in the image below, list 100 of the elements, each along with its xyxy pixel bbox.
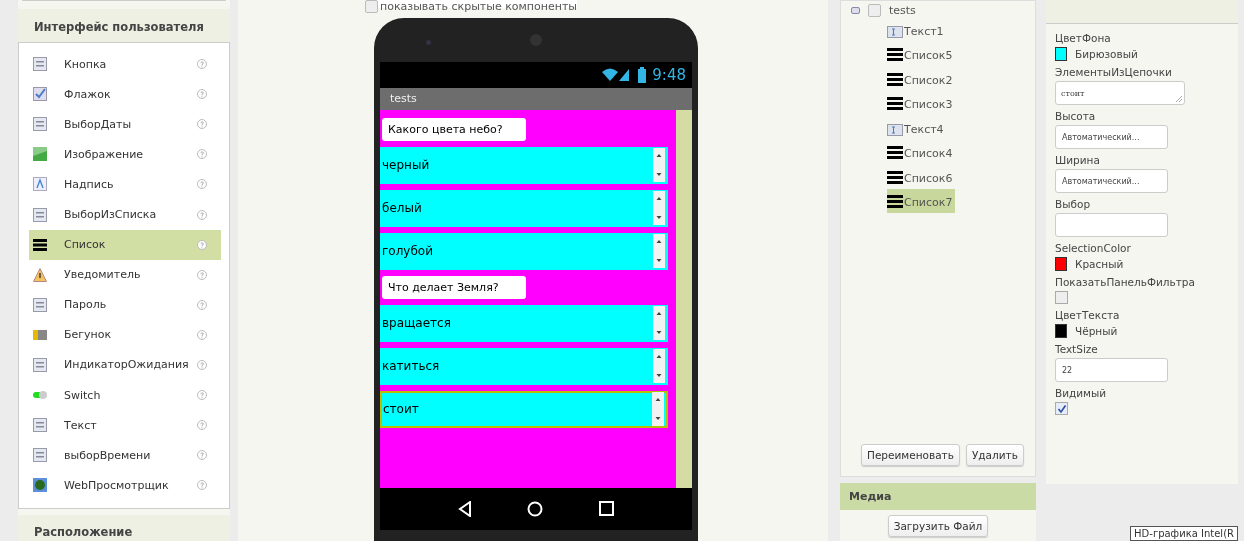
tree-item[interactable]: Список7 <box>887 188 956 213</box>
input-field[interactable]: Автоматический... <box>1055 125 1168 149</box>
help-icon[interactable] <box>197 360 207 370</box>
help-icon[interactable] <box>197 420 207 431</box>
palette-item[interactable]: Кнопка <box>29 49 221 80</box>
palette-item[interactable]: Switch <box>29 380 221 411</box>
palette-item[interactable]: Уведомитель <box>29 259 221 290</box>
property-label: SelectionColor <box>1055 242 1132 254</box>
scroll-arrows-icon[interactable] <box>653 148 665 183</box>
list-view[interactable]: катиться <box>380 347 668 385</box>
help-icon[interactable] <box>197 329 207 340</box>
palette-item[interactable]: Пароль <box>29 289 221 320</box>
app-title: tests <box>390 92 417 106</box>
color-value[interactable]: Чёрный <box>1075 325 1118 337</box>
list-view[interactable]: стоит <box>380 390 668 428</box>
list-view[interactable]: белый <box>380 189 668 227</box>
datepicker-component-icon <box>33 117 47 132</box>
color-value[interactable]: Красный <box>1075 258 1124 270</box>
palette-item[interactable]: ВыборДаты <box>29 109 221 140</box>
checkbox[interactable] <box>1055 291 1068 304</box>
property-label: Выбор <box>1055 198 1092 210</box>
listpicker-component-icon <box>33 207 47 222</box>
checkbox[interactable] <box>365 0 378 14</box>
input-field[interactable]: Автоматический... <box>1055 169 1168 193</box>
palette-item[interactable]: выборВремени <box>29 440 221 471</box>
tooltip: HD-графика Intel(R <box>1130 526 1238 541</box>
palette-header[interactable]: Расположение <box>18 515 230 541</box>
palette-item[interactable]: Надпись <box>29 169 221 200</box>
color-swatch[interactable] <box>1055 47 1067 61</box>
scroll-arrows-icon[interactable] <box>653 234 665 269</box>
panel-button[interactable]: Переименовать <box>861 444 960 466</box>
tree-item[interactable]: Список5 <box>887 41 956 66</box>
property-label: ЦветТекста <box>1055 309 1121 321</box>
scroll-arrows-icon[interactable] <box>653 191 665 226</box>
question-textbox[interactable]: Какого цвета небо? <box>382 117 526 141</box>
tree-item[interactable]: Список4 <box>887 139 956 164</box>
tree-item[interactable]: Список3 <box>887 90 956 115</box>
help-icon[interactable] <box>197 239 207 250</box>
checkbox-component-icon <box>33 87 47 102</box>
property-label: TextSize <box>1055 343 1099 355</box>
help-icon[interactable] <box>197 149 207 160</box>
tree-item[interactable]: Список6 <box>887 164 956 189</box>
list-view[interactable]: черный <box>380 146 668 184</box>
listview-component-icon <box>33 237 47 252</box>
panel-button[interactable]: Удалить <box>965 444 1024 466</box>
home-icon[interactable] <box>527 500 544 517</box>
palette-header[interactable]: Интерфейс пользователя <box>18 9 230 43</box>
list-icon <box>887 146 903 160</box>
input-field[interactable]: 22 <box>1055 358 1168 382</box>
help-icon[interactable] <box>197 119 207 130</box>
palette-item[interactable]: ИндикаторОжидания <box>29 349 221 381</box>
palette-item[interactable]: Изображение <box>29 139 221 170</box>
property-label: ЦветФона <box>1055 32 1112 44</box>
palette-item[interactable]: Флажок <box>29 79 221 110</box>
list-view[interactable]: вращается <box>380 304 668 342</box>
webviewer-component-icon <box>33 478 47 493</box>
palette-item[interactable]: Текст <box>29 410 221 441</box>
help-icon[interactable] <box>197 269 207 280</box>
list-view[interactable]: голубой <box>380 232 668 270</box>
palette-item[interactable]: Бегунок <box>29 319 221 350</box>
property-label: ЭлементыИзЦепочки <box>1055 66 1173 78</box>
palette-item[interactable]: ВыборИзСписка <box>29 199 221 230</box>
upload-button[interactable]: Загрузить Файл <box>887 515 989 537</box>
list-icon <box>887 97 903 111</box>
password-component-icon <box>33 297 47 312</box>
help-icon[interactable] <box>197 59 207 70</box>
recent-apps-icon[interactable] <box>599 501 615 517</box>
scroll-arrows-icon[interactable] <box>653 306 665 341</box>
resize-grip-icon[interactable] <box>1176 96 1182 102</box>
slider-component-icon <box>33 327 47 342</box>
back-icon[interactable] <box>457 500 472 517</box>
color-swatch[interactable] <box>1055 257 1067 271</box>
help-icon[interactable] <box>197 480 207 491</box>
tree-item[interactable]: Список2 <box>887 66 956 91</box>
help-icon[interactable] <box>197 390 207 401</box>
tree-item[interactable]: tests <box>889 4 916 17</box>
palette-item[interactable]: Список <box>29 229 221 260</box>
help-icon[interactable] <box>197 299 207 310</box>
collapse-toggle[interactable] <box>851 7 860 14</box>
status-time: 9:48 <box>652 65 686 84</box>
textbox-icon <box>887 25 903 38</box>
battery-icon <box>638 66 647 83</box>
help-icon[interactable] <box>197 209 207 220</box>
help-icon[interactable] <box>197 450 207 461</box>
label-component-icon <box>33 177 47 192</box>
checkbox[interactable] <box>868 4 881 17</box>
palette-item[interactable]: WebПросмотрщик <box>29 470 221 501</box>
help-icon[interactable] <box>197 179 207 190</box>
scroll-arrows-icon[interactable] <box>652 392 664 427</box>
text-area[interactable]: стоит <box>1055 81 1185 105</box>
input-field[interactable] <box>1055 213 1168 237</box>
color-value[interactable]: Бирюзовый <box>1075 48 1138 60</box>
tree-item[interactable]: Текст1 <box>887 17 947 42</box>
scroll-arrows-icon[interactable] <box>653 349 665 384</box>
color-swatch[interactable] <box>1055 324 1067 338</box>
question-textbox[interactable]: Что делает Земля? <box>382 275 526 299</box>
help-icon[interactable] <box>197 89 207 100</box>
textbox-component-icon <box>33 418 47 433</box>
tree-item[interactable]: Текст4 <box>887 115 947 140</box>
checkbox[interactable] <box>1055 402 1068 415</box>
